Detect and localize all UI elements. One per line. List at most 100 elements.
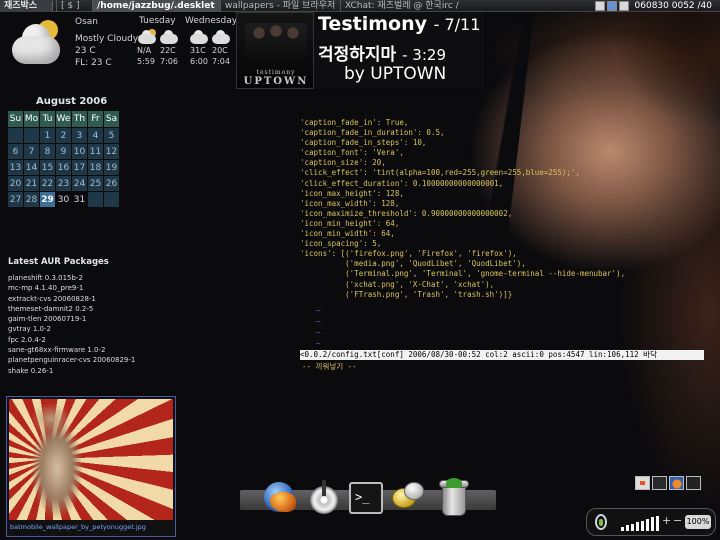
calendar-day[interactable]: 17 xyxy=(72,159,88,175)
workspace-pager xyxy=(635,476,701,490)
panel-clock[interactable]: 060830 0052 /40 xyxy=(631,1,716,11)
calendar-day[interactable]: 14 xyxy=(24,159,40,175)
taskbar-item-shell[interactable]: [ $ ] xyxy=(56,0,92,12)
calendar-day[interactable]: 21 xyxy=(24,175,40,191)
aur-package-item[interactable]: fpc 2.0.4-2 xyxy=(8,335,135,345)
calendar-day[interactable]: 1 xyxy=(40,127,56,143)
xchat-icon[interactable] xyxy=(390,478,426,518)
calendar-day[interactable]: 3 xyxy=(72,127,88,143)
calendar-day[interactable]: 27 xyxy=(8,191,24,207)
taskbar-item-file-browser[interactable]: wallpapers - 파일 브라우저 xyxy=(220,0,340,12)
calendar-day[interactable]: 31 xyxy=(72,191,88,207)
editor-line: 'caption_fade_in_steps': 10, xyxy=(300,138,427,148)
volume-percent: 100% xyxy=(685,515,711,529)
editor-line: 'icon_min_height': 64, xyxy=(300,218,400,228)
calendar-day[interactable]: 12 xyxy=(104,143,120,159)
trash-icon[interactable] xyxy=(436,478,472,518)
calendar-day[interactable]: 22 xyxy=(40,175,56,191)
album-cover[interactable]: testimony UPTOWN xyxy=(236,12,314,89)
volume-level-bars[interactable] xyxy=(621,515,659,531)
calendar-day[interactable]: 11 xyxy=(88,143,104,159)
forecast-day-2-sunrise: 6:00 xyxy=(190,57,208,66)
workspace-1[interactable] xyxy=(635,476,650,490)
calendar-day[interactable]: 6 xyxy=(8,143,24,159)
aur-package-item[interactable]: planeshift 0.3.015b-2 xyxy=(8,273,135,283)
calendar-weekday: We xyxy=(56,111,72,127)
workspace-3[interactable] xyxy=(669,476,684,490)
volume-control: + − 100% xyxy=(586,508,716,536)
forecast-day-1-sunrise: 5:59 xyxy=(137,57,155,66)
calendar-day[interactable]: 23 xyxy=(56,175,72,191)
forecast-day-1: Tuesday xyxy=(139,16,176,26)
workspace-4[interactable] xyxy=(686,476,701,490)
volume-bar xyxy=(636,522,639,531)
calendar-day-today[interactable]: 29 xyxy=(40,191,56,207)
calendar-day[interactable]: 26 xyxy=(104,175,120,191)
calendar-day[interactable]: 19 xyxy=(104,159,120,175)
calendar-day[interactable]: 24 xyxy=(72,175,88,191)
terminal-icon[interactable]: >_ xyxy=(348,478,384,518)
system-tray: 060830 0052 /40 xyxy=(594,0,720,11)
taskbar-item-xchat[interactable]: XChat: 재즈벌레 @ 한국irc / #ubuntu xyxy=(340,0,460,12)
calendar-day[interactable]: 2 xyxy=(56,127,72,143)
forecast-day-1-sunset: 7:06 xyxy=(160,57,178,66)
speaker-icon[interactable] xyxy=(595,514,607,530)
calendar-day[interactable]: 18 xyxy=(88,159,104,175)
aur-package-item[interactable]: themeset-damnit2 0.2-5 xyxy=(8,304,135,314)
taskbar-item-desklet[interactable]: /home/jazzbug/.desklet xyxy=(92,0,220,12)
forecast-day-2: Wednesday xyxy=(185,16,238,26)
firefox-icon[interactable] xyxy=(262,478,298,518)
now-playing-artist: by UPTOWN xyxy=(344,64,447,84)
tray-keyboard-icon[interactable] xyxy=(618,0,629,11)
calendar-day xyxy=(24,127,40,143)
forecast-day-2-cloud-icon xyxy=(190,30,208,44)
tray-network-icon[interactable] xyxy=(606,0,617,11)
wallpaper-filename[interactable]: batmobile_wallpaper_by_petyonugget.jpg xyxy=(10,523,146,531)
calendar-day[interactable]: 30 xyxy=(56,191,72,207)
editor-line: 'icon_min_width': 64, xyxy=(300,229,395,239)
calendar-day[interactable]: 10 xyxy=(72,143,88,159)
calendar-day[interactable]: 8 xyxy=(40,143,56,159)
calendar-day[interactable]: 4 xyxy=(88,127,104,143)
aur-package-item[interactable]: extrackt-cvs 20060828-1 xyxy=(8,294,135,304)
calendar-day[interactable]: 25 xyxy=(88,175,104,191)
main-menu-button[interactable]: 재즈박스 xyxy=(0,0,52,12)
volume-bar xyxy=(641,520,644,531)
calendar-day[interactable]: 28 xyxy=(24,191,40,207)
editor-line: 'click_effect': 'tint(alpha=100,red=255,… xyxy=(300,168,580,178)
media-player-icon[interactable] xyxy=(306,478,342,518)
calendar-grid: Su Mo Tu We Th Fr Sa 1 2 3 4 5 6 7 8 9 10 11 12 13 14 15 16 17 1… xyxy=(8,111,122,207)
calendar-day[interactable]: 15 xyxy=(40,159,56,175)
calendar-day[interactable]: 5 xyxy=(104,127,120,143)
aur-title: Latest AUR Packages xyxy=(8,257,109,267)
calendar-day xyxy=(8,127,24,143)
calendar-day[interactable]: 9 xyxy=(56,143,72,159)
aur-package-item[interactable]: planetpenguinracer-cvs 20060829-1 xyxy=(8,355,135,365)
editor-line: 'icon_max_height': 128, xyxy=(300,188,404,198)
calendar-day[interactable]: 13 xyxy=(8,159,24,175)
aur-package-item[interactable]: gvtray 1.0-2 xyxy=(8,324,135,334)
tray-notification-icon[interactable] xyxy=(594,0,605,11)
volume-bar xyxy=(631,523,634,531)
top-panel: 재즈박스 [ $ ] /home/jazzbug/.desklet wallpa… xyxy=(0,0,720,12)
forecast-day-2-cloud-icon xyxy=(212,30,230,44)
wallpaper-preview[interactable]: batmobile_wallpaper_by_petyonugget.jpg xyxy=(6,396,176,537)
calendar-day[interactable]: 20 xyxy=(8,175,24,191)
aur-package-item[interactable]: mc-mp 4.1.40_pre9-1 xyxy=(8,283,135,293)
weather-city: Osan xyxy=(75,17,98,27)
aur-package-item[interactable]: gaim-tlen 20060719-1 xyxy=(8,314,135,324)
calendar-weekday: Tu xyxy=(40,111,56,127)
calendar-day[interactable]: 7 xyxy=(24,143,40,159)
aur-package-item[interactable]: sane-gt68xx-firmware 1.0-2 xyxy=(8,345,135,355)
workspace-2[interactable] xyxy=(652,476,667,490)
forecast-day-1-low: 22C xyxy=(160,46,176,55)
calendar-day[interactable]: 16 xyxy=(56,159,72,175)
volume-down-button[interactable]: − xyxy=(673,514,682,527)
volume-bar xyxy=(621,527,624,531)
volume-bar xyxy=(646,519,649,531)
volume-up-button[interactable]: + xyxy=(662,514,671,527)
editor-line: ('FTrash.png', 'Trash', 'trash.sh')]} xyxy=(300,289,513,299)
editor-text-area[interactable]: 'caption_fade_in': True,'caption_fade_in… xyxy=(300,118,710,300)
aur-package-item[interactable]: shake 0.26-1 xyxy=(8,366,135,376)
album-subtitle: testimony xyxy=(256,69,296,76)
